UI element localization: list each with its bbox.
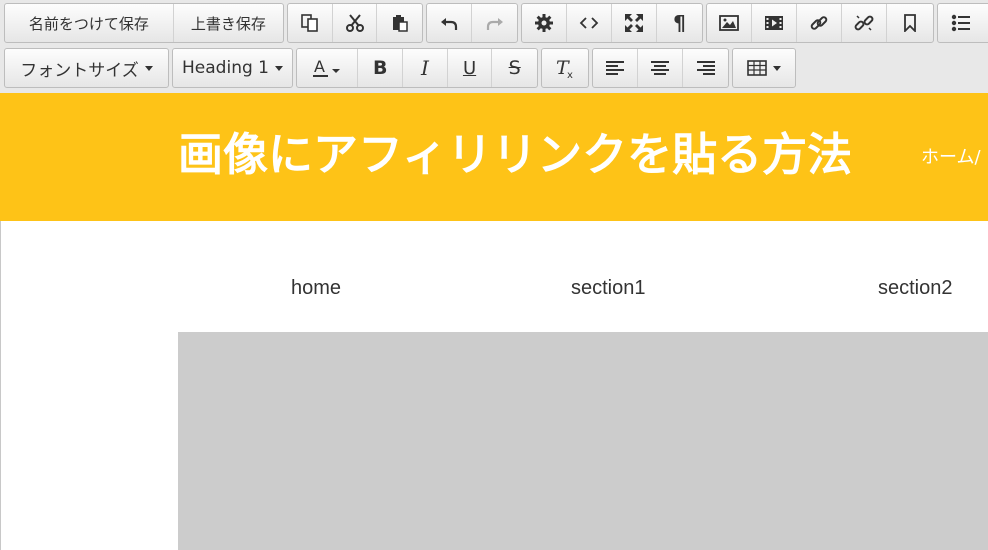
bold-icon: B — [373, 57, 388, 79]
underline-button[interactable]: U — [448, 49, 493, 87]
align-right-icon — [696, 60, 716, 76]
text-style-group: A B I U S — [296, 48, 538, 88]
image-icon — [719, 15, 739, 31]
format-dropdown[interactable]: Heading 1 — [173, 49, 292, 87]
insert-link-button[interactable] — [797, 4, 842, 42]
bullet-list-button[interactable] — [938, 4, 983, 42]
film-icon — [764, 15, 784, 31]
insert-table-button[interactable] — [733, 49, 795, 87]
insert-image-button[interactable] — [707, 4, 752, 42]
copy-icon — [301, 14, 319, 32]
clear-format-button[interactable]: Tx — [542, 49, 587, 87]
chevron-down-icon — [144, 65, 153, 71]
list-group — [937, 3, 988, 43]
bold-button[interactable]: B — [358, 49, 404, 87]
align-center-button[interactable] — [638, 49, 683, 87]
settings-button[interactable] — [522, 4, 567, 42]
clear-format-icon: Tx — [554, 57, 576, 79]
align-center-icon — [650, 60, 670, 76]
insert-group — [706, 3, 934, 43]
nav-item-home[interactable]: home — [291, 277, 341, 300]
save-as-button[interactable]: 名前をつけて保存 — [5, 4, 174, 42]
code-icon — [579, 15, 599, 31]
text-color-icon: A — [312, 57, 342, 79]
font-size-label: フォントサイズ — [20, 60, 139, 81]
hero-image-placeholder — [178, 332, 988, 550]
insert-media-button[interactable] — [752, 4, 797, 42]
clear-format-group: Tx — [541, 48, 589, 88]
strikethrough-icon: S — [508, 57, 521, 79]
italic-icon: I — [420, 56, 429, 80]
cut-button[interactable] — [333, 4, 378, 42]
undo-button[interactable] — [427, 4, 472, 42]
align-left-button[interactable] — [593, 49, 638, 87]
home-breadcrumb-link[interactable]: ホーム/ — [921, 143, 981, 169]
nav-item-section1[interactable]: section1 — [571, 277, 646, 300]
fullscreen-button[interactable] — [612, 4, 657, 42]
italic-button[interactable]: I — [403, 49, 448, 87]
redo-icon — [486, 14, 504, 32]
svg-text:x: x — [567, 70, 573, 79]
unlink-button[interactable] — [842, 4, 887, 42]
clipboard-group — [287, 3, 423, 43]
fullscreen-icon — [624, 13, 644, 33]
copy-button[interactable] — [288, 4, 333, 42]
anchor-button[interactable] — [887, 4, 932, 42]
show-blocks-button[interactable]: ¶ — [657, 4, 702, 42]
redo-button[interactable] — [472, 4, 517, 42]
undo-icon — [440, 14, 458, 32]
paste-button[interactable] — [377, 4, 422, 42]
text-color-button[interactable]: A — [297, 49, 359, 87]
link-icon — [809, 13, 829, 33]
cut-icon — [345, 14, 364, 32]
chevron-down-icon — [274, 65, 283, 71]
history-group — [426, 3, 518, 43]
view-group: ¶ — [521, 3, 703, 43]
table-group — [732, 48, 796, 88]
font-size-dropdown[interactable]: フォントサイズ — [5, 49, 168, 87]
align-left-icon — [605, 60, 625, 76]
unlink-icon — [854, 13, 874, 33]
align-right-button[interactable] — [683, 49, 728, 87]
strikethrough-button[interactable]: S — [492, 49, 537, 87]
gear-icon — [534, 13, 554, 33]
underline-icon: U — [462, 57, 477, 79]
site-title[interactable]: 画像にアフィリリンクを貼る方法 — [178, 125, 852, 185]
font-size-group: フォントサイズ — [4, 48, 169, 88]
format-group: Heading 1 — [172, 48, 293, 88]
format-label: Heading 1 — [182, 58, 269, 78]
bookmark-icon — [903, 14, 917, 32]
bullet-list-icon — [951, 14, 971, 32]
svg-text:A: A — [314, 57, 325, 76]
pilcrow-icon: ¶ — [673, 11, 686, 35]
site-header-banner: 画像にアフィリリンクを貼る方法 ホーム/ — [0, 93, 988, 221]
chevron-down-icon — [773, 65, 781, 71]
editor-toolbar: 名前をつけて保存 上書き保存 ¶ フォントサイズ Heading 1 A B I… — [0, 0, 988, 94]
source-code-button[interactable] — [567, 4, 612, 42]
paste-icon — [391, 14, 409, 32]
nav-item-section2[interactable]: section2 — [878, 277, 953, 300]
table-icon — [747, 60, 767, 76]
overwrite-save-button[interactable]: 上書き保存 — [174, 4, 283, 42]
alignment-group — [592, 48, 729, 88]
save-group: 名前をつけて保存 上書き保存 — [4, 3, 284, 43]
